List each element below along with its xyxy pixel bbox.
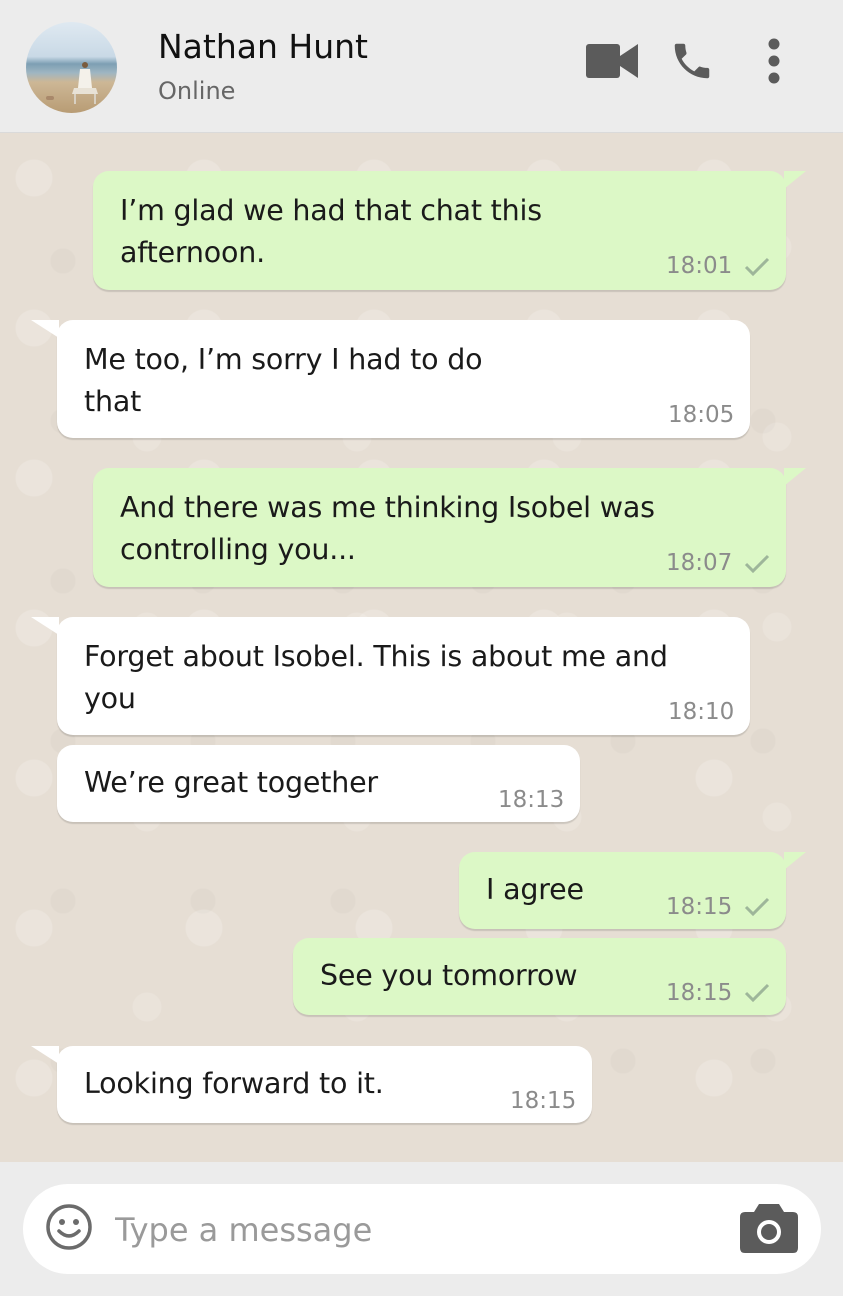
bubble-tail xyxy=(784,468,806,486)
message-line: controlling you... xyxy=(120,533,356,566)
bubble-tail xyxy=(31,320,59,338)
message-time: 18:01 xyxy=(666,253,733,279)
message-time: 18:10 xyxy=(668,699,735,725)
check-icon xyxy=(744,257,770,277)
message-time: 18:15 xyxy=(666,894,733,920)
contact-status: Online xyxy=(158,77,236,105)
message-line: Looking forward to it. xyxy=(84,1067,384,1100)
chat-header: Nathan Hunt Online xyxy=(0,0,843,133)
message-outgoing[interactable]: See you tomorrow 18:15 xyxy=(293,938,786,1015)
message-text: I agree xyxy=(486,869,584,911)
message-line: afternoon. xyxy=(120,236,265,269)
message-incoming[interactable]: We’re great together 18:13 xyxy=(57,745,580,822)
message-line: We’re great together xyxy=(84,766,378,799)
message-line: I’m glad we had that chat this xyxy=(120,194,542,227)
message-outgoing[interactable]: I’m glad we had that chat this afternoon… xyxy=(93,171,806,290)
check-icon xyxy=(744,554,770,574)
message-text: See you tomorrow xyxy=(320,955,578,997)
message-incoming[interactable]: Forget about Isobel. This is about me an… xyxy=(31,617,750,735)
message-composer[interactable] xyxy=(23,1184,821,1274)
contact-name[interactable]: Nathan Hunt xyxy=(158,27,368,66)
contact-avatar[interactable] xyxy=(26,22,117,113)
message-text: I’m glad we had that chat this afternoon… xyxy=(120,190,542,274)
video-camera-icon[interactable] xyxy=(586,42,638,80)
message-outgoing[interactable]: I agree 18:15 xyxy=(459,852,806,929)
message-text: Me too, I’m sorry I had to do that xyxy=(84,339,483,423)
message-line: Forget about Isobel. This is about me an… xyxy=(84,640,668,673)
message-line: See you tomorrow xyxy=(320,959,578,992)
message-input[interactable] xyxy=(113,1202,717,1258)
check-icon xyxy=(744,983,770,1003)
message-line: And there was me thinking Isobel was xyxy=(120,491,655,524)
message-text: Looking forward to it. xyxy=(84,1063,384,1105)
message-line: that xyxy=(84,385,142,418)
message-incoming[interactable]: Me too, I’m sorry I had to do that 18:05 xyxy=(31,320,750,438)
message-time: 18:07 xyxy=(666,550,733,576)
composer-bar xyxy=(0,1162,843,1296)
bubble-tail xyxy=(31,1046,59,1064)
more-vertical-icon[interactable] xyxy=(765,38,783,84)
message-time: 18:15 xyxy=(666,980,733,1006)
bubble-tail xyxy=(784,852,806,870)
message-text: Forget about Isobel. This is about me an… xyxy=(84,636,668,720)
chat-area[interactable]: I’m glad we had that chat this afternoon… xyxy=(0,133,843,1162)
message-text: And there was me thinking Isobel was con… xyxy=(120,487,655,571)
camera-icon[interactable] xyxy=(739,1200,799,1258)
emoji-icon[interactable] xyxy=(45,1203,93,1255)
bubble-tail xyxy=(784,171,806,189)
bubble-tail xyxy=(31,617,59,635)
phone-icon[interactable] xyxy=(668,38,716,84)
message-time: 18:05 xyxy=(668,402,735,428)
message-line: I agree xyxy=(486,873,584,906)
message-time: 18:15 xyxy=(510,1088,577,1114)
message-outgoing[interactable]: And there was me thinking Isobel was con… xyxy=(93,468,806,587)
message-time: 18:13 xyxy=(498,787,565,813)
check-icon xyxy=(744,897,770,917)
message-text: We’re great together xyxy=(84,762,378,804)
message-line: Me too, I’m sorry I had to do xyxy=(84,343,483,376)
message-line: you xyxy=(84,682,136,715)
message-incoming[interactable]: Looking forward to it. 18:15 xyxy=(31,1046,592,1123)
